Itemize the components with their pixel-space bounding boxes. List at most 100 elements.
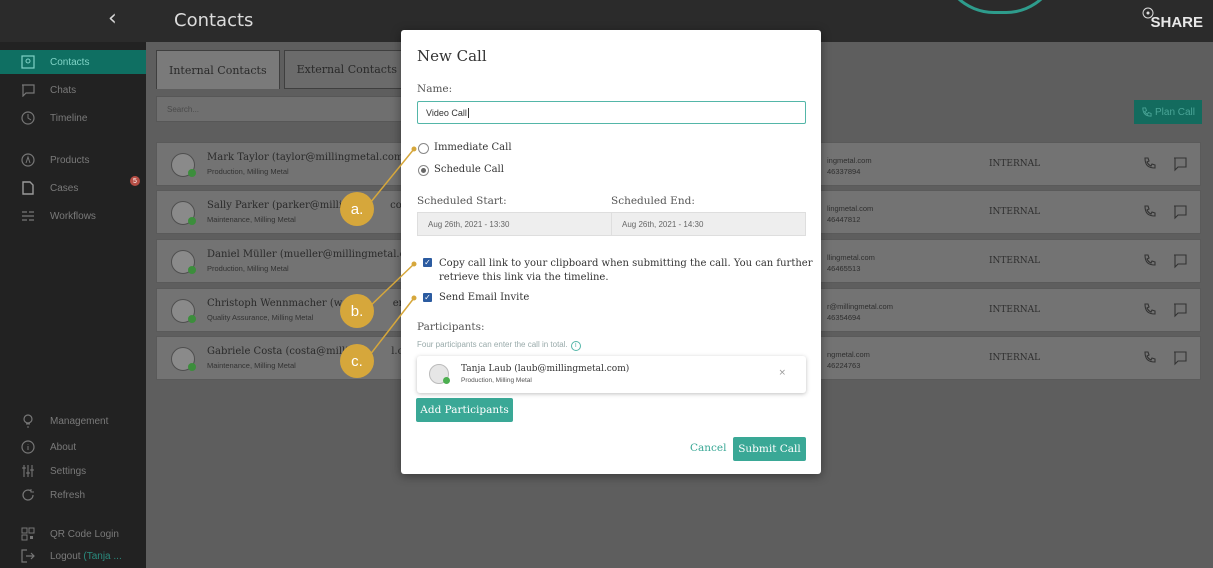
contact-type: INTERNAL <box>989 305 1041 315</box>
contact-email: lingmetal.com 46447812 <box>827 203 873 225</box>
submit-call-button[interactable]: Submit Call <box>733 437 806 461</box>
sidebar-item-label: QR Code Login <box>50 528 119 540</box>
chat-icon[interactable] <box>1172 302 1188 318</box>
share-button[interactable]: SHARE <box>1150 14 1203 31</box>
online-status-dot <box>188 363 196 371</box>
logout-label: Logout <box>50 550 81 562</box>
phone-icon[interactable] <box>1142 204 1158 220</box>
chat-icon[interactable] <box>1172 253 1188 269</box>
tab-internal-contacts[interactable]: Internal Contacts <box>156 50 280 89</box>
avatar <box>171 250 196 274</box>
bulb-icon <box>20 413 36 429</box>
contact-email-line: ingmetal.com <box>827 156 872 165</box>
avatar <box>171 299 196 323</box>
logout-icon <box>20 548 36 564</box>
contact-name-text: Christoph Wennmacher (wen <box>207 298 355 309</box>
sidebar-item-label: Settings <box>50 465 87 477</box>
contact-department: Quality Assurance, Milling Metal <box>207 313 314 322</box>
scheduled-end-field[interactable]: Aug 26th, 2021 - 14:30 <box>611 212 806 236</box>
remove-participant-icon[interactable]: × <box>778 368 786 378</box>
sidebar-item-management[interactable]: Management <box>0 409 146 433</box>
contact-name-text: Gabriele Costa (costa@millir <box>207 346 354 357</box>
sidebar-item-logout[interactable]: Logout (Tanja ... <box>0 544 146 568</box>
sidebar-item-contacts[interactable]: Contacts <box>0 50 146 74</box>
text-cursor <box>467 108 469 118</box>
sidebar-item-settings[interactable]: Settings <box>0 459 146 483</box>
immediate-call-radio[interactable] <box>418 143 429 154</box>
info-icon[interactable]: i <box>570 341 581 351</box>
contact-email: ngmetal.com 46224763 <box>827 349 870 371</box>
sidebar-item-workflows[interactable]: Workflows <box>0 204 146 228</box>
contact-name-text: Sally Parker (parker@millinc <box>207 200 355 211</box>
search-input[interactable]: Search... <box>156 96 406 122</box>
online-status-dot <box>443 377 450 384</box>
schedule-call-radio[interactable] <box>418 165 429 176</box>
cases-count-badge: 5 <box>130 176 140 186</box>
sidebar-item-label: Chats <box>50 84 77 96</box>
sidebar-item-label: Refresh <box>50 489 86 501</box>
participants-hint-text: Four participants can enter the call in … <box>417 340 568 349</box>
cancel-button[interactable]: Cancel <box>690 442 727 454</box>
call-name-input[interactable]: Video Call <box>417 101 806 124</box>
chat-icon <box>20 82 36 98</box>
plan-call-button[interactable]: Plan Call <box>1134 100 1202 124</box>
sidebar-item-timeline[interactable]: Timeline <box>0 106 146 130</box>
chat-icon[interactable] <box>1172 350 1188 366</box>
participants-label: Participants: <box>417 321 485 333</box>
copy-link-line-1: Copy call link to your clipboard when su… <box>439 258 813 269</box>
phone-icon[interactable] <box>1142 350 1158 366</box>
contact-email-line: lingmetal.com <box>827 204 874 213</box>
sidebar-item-chats[interactable]: Chats <box>0 78 146 102</box>
sidebar-item-qr-code-login[interactable]: QR Code Login <box>0 522 146 546</box>
contact-department: Maintenance, Milling Metal <box>207 361 296 370</box>
online-status-dot <box>188 169 196 177</box>
contact-email-line: llingmetal.com <box>827 253 875 262</box>
avatar <box>429 364 450 384</box>
chevron-left-icon[interactable]: ‹ <box>108 6 117 31</box>
scheduled-start-field[interactable]: Aug 26th, 2021 - 13:30 <box>417 212 612 236</box>
contact-phone: 46337894 <box>827 167 861 176</box>
refresh-icon <box>20 487 36 503</box>
sidebar-item-label: Logout (Tanja ... <box>50 551 122 562</box>
call-name-value: Video Call <box>426 108 467 118</box>
product-icon <box>20 152 36 168</box>
sidebar-item-products[interactable]: Products <box>0 148 146 172</box>
email-invite-checkbox[interactable]: ✓ <box>423 293 432 302</box>
sidebar-item-refresh[interactable]: Refresh <box>0 483 146 507</box>
online-status-dot <box>188 315 196 323</box>
contact-phone: 46224763 <box>827 361 861 370</box>
sidebar-item-label: Management <box>50 415 109 427</box>
scheduled-end-label: Scheduled End: <box>611 195 695 207</box>
scheduled-start-label: Scheduled Start: <box>417 195 507 207</box>
contact-email-line: ngmetal.com <box>827 350 870 359</box>
participant-department: Production, Milling Metal <box>461 377 532 384</box>
contact-phone: 46465513 <box>827 264 861 273</box>
participant-name: Tanja Laub (laub@millingmetal.com) <box>461 364 630 374</box>
contact-type: INTERNAL <box>989 159 1041 169</box>
phone-icon[interactable] <box>1142 156 1158 172</box>
tab-external-contacts[interactable]: External Contacts <box>283 50 411 89</box>
logout-user: (Tanja ... <box>83 550 122 562</box>
add-participants-button[interactable]: Add Participants <box>416 398 513 422</box>
sidebar-item-about[interactable]: About <box>0 435 146 459</box>
immediate-call-label: Immediate Call <box>434 142 512 153</box>
online-status-dot <box>188 217 196 225</box>
contact-department: Maintenance, Milling Metal <box>207 215 296 224</box>
contact-type: INTERNAL <box>989 256 1041 266</box>
contact-email: llingmetal.com 46465513 <box>827 252 875 274</box>
sidebar-item-cases[interactable]: Cases 5 <box>0 176 146 200</box>
name-label: Name: <box>417 83 453 95</box>
sidebar-item-label: Cases <box>50 182 79 194</box>
chat-icon[interactable] <box>1172 204 1188 220</box>
info-icon <box>20 439 36 455</box>
chat-icon[interactable] <box>1172 156 1188 172</box>
avatar <box>171 153 196 177</box>
callout-c: c. <box>340 344 374 378</box>
contact-name: Mark Taylor (taylor@millingmetal.com) <box>207 152 408 163</box>
copy-link-line-2: retrieve this link via the timeline. <box>439 272 609 283</box>
contact-name: Daniel Müller (mueller@millingmetal.cor <box>207 249 416 260</box>
phone-icon[interactable] <box>1142 253 1158 269</box>
phone-icon[interactable] <box>1142 302 1158 318</box>
case-icon <box>20 180 36 196</box>
copy-link-checkbox[interactable]: ✓ <box>423 258 432 267</box>
